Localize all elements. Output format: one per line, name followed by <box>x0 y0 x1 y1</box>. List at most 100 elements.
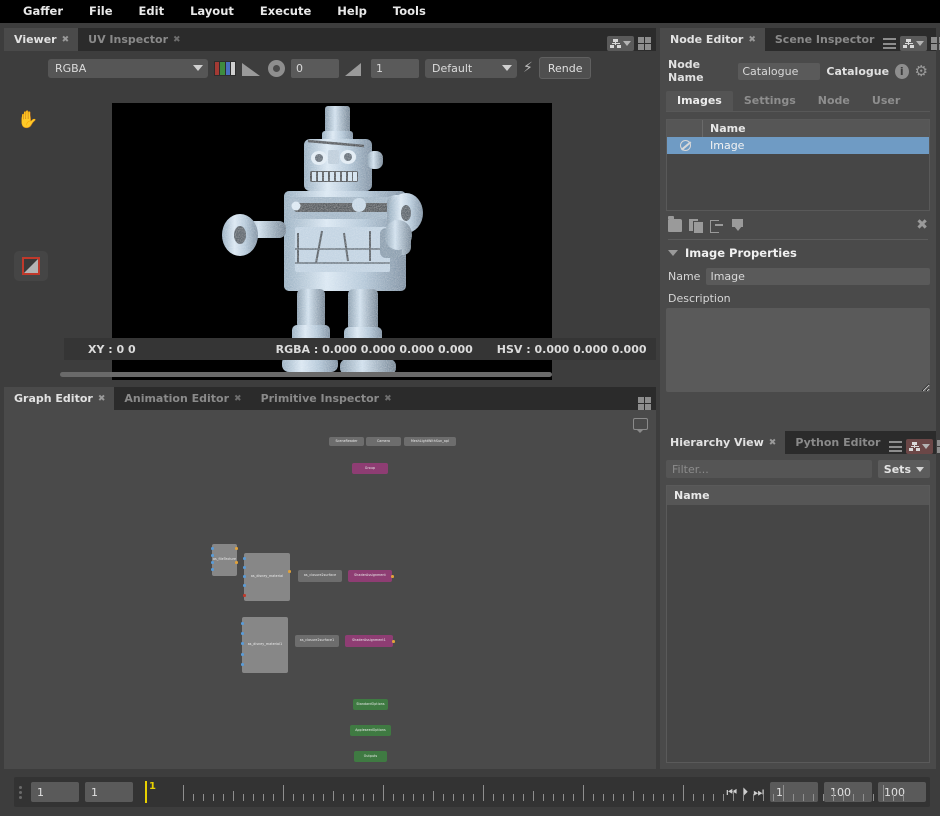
layout-menu-icon[interactable] <box>638 37 651 50</box>
graph-node[interactable]: as_disney_material <box>244 553 290 601</box>
tab-hierarchy-view[interactable]: Hierarchy View ✖ <box>660 431 786 454</box>
menu-item-execute[interactable]: Execute <box>247 0 324 23</box>
aperture-icon[interactable] <box>268 59 285 77</box>
viewer-pin-button[interactable] <box>607 36 634 51</box>
frame-max-input[interactable] <box>878 782 926 802</box>
graph-node[interactable]: Group <box>352 463 388 474</box>
color-inspector-tool[interactable] <box>14 251 48 281</box>
graph-node[interactable]: SceneReader <box>329 437 364 446</box>
tab-uv-inspector-label: UV Inspector <box>88 33 168 46</box>
filter-input[interactable] <box>666 460 872 478</box>
images-table-header: Name <box>667 120 929 137</box>
menu-item-layout[interactable]: Layout <box>177 0 247 23</box>
exposure-field[interactable]: 0 <box>291 58 339 78</box>
go-to-start-icon[interactable]: ⏮ <box>726 786 737 798</box>
node-graph-icon <box>903 38 915 49</box>
hierarchy-tree[interactable]: Name <box>666 485 930 763</box>
live-update-icon[interactable]: ⚡ <box>523 61 533 75</box>
table-row[interactable]: Image <box>667 137 929 154</box>
close-icon[interactable]: ✖ <box>62 35 70 45</box>
playhead-label: 1 <box>149 781 156 792</box>
graph-node[interactable]: AppleseedOptions <box>350 725 391 736</box>
close-icon[interactable]: ✖ <box>384 394 392 404</box>
image-name-input[interactable] <box>706 268 930 285</box>
gamma-icon[interactable] <box>345 61 365 76</box>
chevron-down-icon[interactable] <box>916 41 925 46</box>
menu-item-tools[interactable]: Tools <box>380 0 439 23</box>
close-icon[interactable]: ✖ <box>173 35 181 45</box>
end-frame-input[interactable] <box>85 782 133 802</box>
current-frame-input[interactable] <box>770 782 818 802</box>
viewer-horizontal-scrollbar[interactable] <box>60 372 552 377</box>
menu-item-file[interactable]: File <box>76 0 126 23</box>
graph-node[interactable]: as_fileTexture <box>212 544 237 576</box>
catalogue-image-icon <box>679 140 691 151</box>
close-icon[interactable]: ✖ <box>748 35 756 45</box>
close-icon[interactable]: ✖ <box>234 394 242 404</box>
start-frame-input[interactable] <box>31 782 79 802</box>
channel-swatches-icon[interactable] <box>214 60 236 76</box>
tab-scene-inspector[interactable]: Scene Inspector <box>765 28 884 51</box>
chevron-down-icon[interactable] <box>623 41 631 46</box>
close-icon[interactable]: ✖ <box>98 394 106 404</box>
timeline-ruler[interactable]: 1 <box>145 779 904 805</box>
pan-tool-button[interactable]: ✋ <box>14 106 42 134</box>
info-icon[interactable]: i <box>895 63 909 79</box>
extract-icon[interactable] <box>731 218 745 232</box>
subtab-user[interactable]: User <box>861 91 911 111</box>
image-description-textarea[interactable] <box>666 308 930 392</box>
graph-node[interactable]: Outputs <box>354 751 387 762</box>
graph-node[interactable]: MeshLightWithSun_apl <box>404 437 456 446</box>
subtab-node[interactable]: Node <box>807 91 861 111</box>
graph-editor-tab-bar: Graph Editor ✖ Animation Editor ✖ Primit… <box>4 387 656 410</box>
tab-graph-editor[interactable]: Graph Editor ✖ <box>4 387 115 410</box>
tab-node-editor[interactable]: Node Editor ✖ <box>660 28 765 51</box>
drag-handle-icon[interactable] <box>19 785 27 799</box>
tab-animation-editor[interactable]: Animation Editor ✖ <box>114 387 250 410</box>
close-icon[interactable]: ✖ <box>769 438 777 448</box>
layout-menu-icon[interactable] <box>931 37 940 50</box>
node-graph-canvas[interactable]: SceneReader Camera MeshLightWithSun_apl … <box>4 410 656 769</box>
menu-icon[interactable] <box>883 38 897 49</box>
tab-viewer[interactable]: Viewer ✖ <box>4 28 79 51</box>
render-button[interactable]: Rende <box>538 57 592 79</box>
menu-item-help[interactable]: Help <box>324 0 380 23</box>
gear-icon[interactable]: ⚙ <box>915 63 928 79</box>
gamma-field[interactable]: 1 <box>371 58 419 78</box>
hierarchy-pin-button[interactable] <box>906 439 934 454</box>
hand-icon: ✋ <box>17 110 39 130</box>
graph-node[interactable]: as_closure2surface <box>298 570 342 582</box>
export-icon[interactable] <box>710 219 724 233</box>
menu-item-edit[interactable]: Edit <box>126 0 178 23</box>
exposure-icon[interactable] <box>242 61 262 76</box>
layout-menu-icon[interactable] <box>638 397 651 410</box>
node-name-input[interactable] <box>738 62 821 80</box>
graph-node[interactable]: Camera <box>366 437 401 446</box>
tab-uv-inspector[interactable]: UV Inspector ✖ <box>78 28 189 51</box>
image-properties-header[interactable]: Image Properties <box>666 246 930 260</box>
tab-primitive-inspector[interactable]: Primitive Inspector ✖ <box>251 387 401 410</box>
duplicate-icon[interactable] <box>689 218 703 233</box>
remove-icon[interactable]: ✖ <box>916 218 928 232</box>
graph-node[interactable]: as_closure2surface1 <box>295 635 339 647</box>
tab-python-editor[interactable]: Python Editor <box>785 431 889 454</box>
node-editor-pin-button[interactable] <box>900 36 928 51</box>
graph-node[interactable]: StandardOptions <box>353 699 388 710</box>
playhead-marker[interactable] <box>145 781 147 803</box>
node-graph-icon <box>909 441 921 452</box>
subtab-images[interactable]: Images <box>666 91 733 111</box>
graph-node[interactable]: ShaderAssignment <box>348 570 392 582</box>
color-inspector-icon <box>22 257 40 275</box>
range-end-input[interactable] <box>824 782 872 802</box>
menu-item-gaffer[interactable]: Gaffer <box>10 0 76 23</box>
subtab-settings[interactable]: Settings <box>733 91 807 111</box>
display-transform-dropdown[interactable]: Default <box>425 58 517 78</box>
graph-node[interactable]: ShaderAssignment1 <box>345 635 393 647</box>
timeline-inner: 1 1 1 ⏮ ⏵ ⏭ 1 100 100 <box>14 777 930 807</box>
channel-select-dropdown[interactable]: RGBA <box>48 58 208 78</box>
graph-node[interactable]: as_disney_material1 <box>242 617 288 673</box>
sets-dropdown-button[interactable]: Sets <box>877 460 930 478</box>
chevron-down-icon[interactable] <box>922 444 931 449</box>
add-folder-icon[interactable] <box>668 215 682 232</box>
menu-icon[interactable] <box>889 441 903 452</box>
